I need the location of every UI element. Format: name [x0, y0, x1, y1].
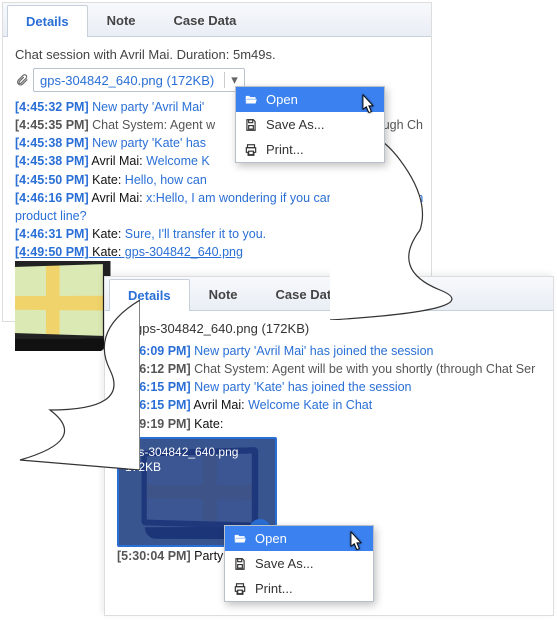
tab-note[interactable]: Note [88, 4, 155, 36]
menu-save-as-label: Save As... [266, 117, 325, 132]
log-line: [3:16:09 PM] New party 'Avril Mai' has j… [117, 342, 545, 360]
menu-save-as-label: Save As... [255, 556, 314, 571]
log-line: [3:16:15 PM] Avril Mai: Welcome Kate in … [117, 396, 545, 414]
folder-open-icon [244, 93, 258, 107]
menu-open-label: Open [255, 531, 287, 546]
menu-print[interactable]: Print... [236, 137, 384, 162]
log-line: [3:19:19 PM] Kate: [117, 415, 545, 433]
torn-edge-decoration [0, 300, 140, 470]
tab-details[interactable]: Details [7, 5, 88, 37]
cursor-icon [358, 93, 378, 117]
thumb-filename: gps-304842_640.png [125, 445, 269, 461]
save-icon [244, 118, 258, 132]
print-icon [244, 143, 258, 157]
paperclip-icon [15, 73, 29, 87]
session-summary: Chat session with Avril Mai. Duration: 5… [15, 47, 423, 62]
log-line: [3:16:12 PM] Chat System: Agent will be … [117, 360, 545, 378]
tab-note[interactable]: Note [190, 278, 257, 310]
tab-case-data[interactable]: Case Data [155, 4, 256, 36]
attachment-label: gps-304842_640.png (172KB) [40, 73, 214, 88]
menu-print[interactable]: Print... [225, 576, 373, 601]
thumb-filesize: 172KB [125, 460, 269, 476]
chat-log: [3:16:09 PM] New party 'Avril Mai' has j… [117, 342, 545, 433]
log-line: [3:16:15 PM] New party 'Kate' has joined… [117, 378, 545, 396]
cursor-icon [346, 530, 366, 554]
attachment-label: gps-304842_640.png (172KB) [135, 321, 309, 336]
attachment-dropdown[interactable]: gps-304842_640.png (172KB) ▾ [33, 68, 245, 92]
menu-print-label: Print... [255, 581, 293, 596]
save-icon [233, 557, 247, 571]
tab-bar: Details Note Case Data [3, 3, 431, 37]
menu-save-as[interactable]: Save As... [225, 551, 373, 576]
folder-open-icon [233, 532, 247, 546]
menu-open-label: Open [266, 92, 298, 107]
print-icon [233, 582, 247, 596]
menu-print-label: Print... [266, 142, 304, 157]
